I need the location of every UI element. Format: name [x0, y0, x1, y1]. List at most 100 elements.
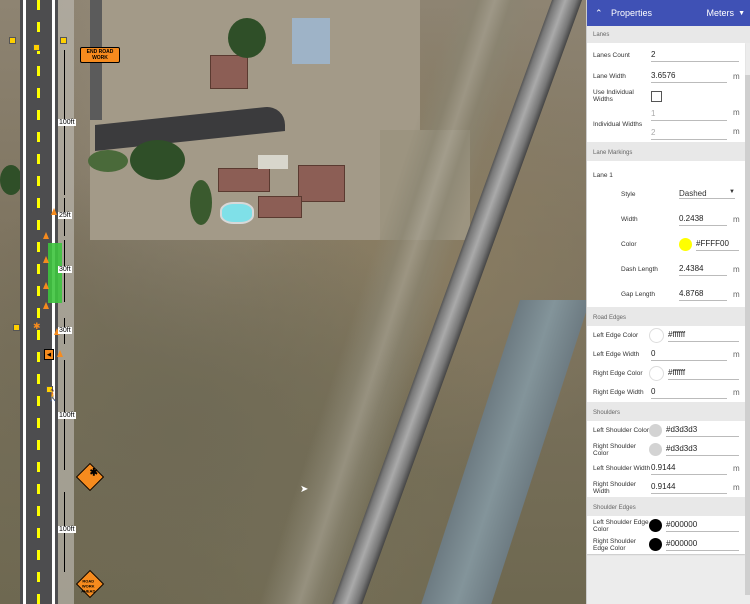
unit-label: m [733, 350, 740, 359]
unit-label: m [733, 127, 740, 136]
cone-icon[interactable] [43, 302, 49, 309]
mouse-cursor-icon: ➤ [300, 484, 309, 495]
chevron-up-icon[interactable]: ⌃ [595, 8, 605, 19]
lane-width-label: Lane Width [593, 73, 626, 80]
individual-width-1[interactable]: 1 [651, 108, 727, 121]
worker-sign-icon[interactable]: ✱ [75, 462, 105, 492]
unit-label: m [733, 290, 740, 299]
left-shoulder-color-label: Left Shoulder Color [593, 427, 650, 434]
right-shoulder-edge-color-input[interactable]: #000000 [666, 538, 739, 551]
marking-color-input[interactable]: #FFFF00 [696, 238, 739, 251]
lanes-count-input[interactable]: 2 [651, 49, 739, 62]
lanes-card: Lanes Count 2 Lane Width 3.6576 m Use Indiv… [587, 43, 745, 142]
right-shoulder-width-input[interactable]: 0.9144 [651, 481, 727, 494]
house-roof-5 [258, 155, 288, 169]
cone-icon[interactable] [43, 256, 49, 263]
lane-width-input[interactable]: 3.6576 [651, 70, 727, 83]
panel-header: ⌃ Properties Meters ▼ [587, 0, 750, 26]
house-roof-2 [218, 168, 270, 192]
control-handle[interactable] [9, 37, 16, 44]
lane-1-label: Lane 1 [593, 171, 613, 179]
right-edge-color-swatch[interactable] [649, 366, 664, 381]
left-shoulder-width-label: Left Shoulder Width [593, 465, 651, 472]
right-shoulder-edge-color-swatch[interactable] [649, 538, 662, 551]
house-roof-3 [298, 165, 345, 202]
section-shoulder-edges: Shoulder Edges [587, 497, 750, 516]
right-shoulder-width-label: Right Shoulder Width [593, 480, 636, 495]
right-edge-color-input[interactable]: #ffffff [668, 367, 739, 380]
map-canvas[interactable]: END ROAD WORK ROAD WORK AHEAD ✱ ◀ 🚶 ✱ 10… [0, 0, 586, 604]
unit-label: m [733, 72, 740, 81]
marking-color-label: Color [621, 241, 637, 248]
properties-panel: ⌃ Properties Meters ▼ Lanes Lanes Count 2… [586, 0, 750, 604]
left-edge-width-input[interactable]: 0 [651, 348, 727, 361]
left-shoulder-color-swatch[interactable] [649, 424, 662, 437]
individual-width-2[interactable]: 2 [651, 127, 727, 140]
units-value: Meters [706, 8, 735, 18]
right-edge-width-input[interactable]: 0 [651, 386, 727, 399]
units-select[interactable]: Meters ▼ [707, 8, 745, 18]
house-roof-4 [258, 196, 302, 218]
dash-length-input[interactable]: 2.4384 [679, 263, 727, 276]
left-shoulder-color-input[interactable]: #d3d3d3 [666, 424, 739, 437]
dimension-label: 100ft [58, 526, 76, 533]
dimension-label: 30ft [58, 327, 72, 334]
section-road-edges: Road Edges [587, 307, 750, 326]
tree-2 [228, 18, 266, 58]
left-edge-color-swatch[interactable] [649, 328, 664, 343]
control-handle[interactable] [33, 44, 40, 51]
tree-3 [190, 180, 212, 225]
road-work-ahead-sign[interactable]: ROAD WORK AHEAD [75, 569, 105, 599]
section-shoulders: Shoulders [587, 402, 750, 421]
center-line [37, 0, 40, 604]
caret-down-icon: ▼ [738, 9, 745, 17]
panel-scrollbar[interactable] [745, 75, 750, 595]
work-zone-area[interactable] [48, 243, 62, 303]
marking-color-swatch[interactable] [679, 238, 692, 251]
end-road-work-sign[interactable]: END ROAD WORK [80, 47, 120, 63]
left-shoulder-edge-color-input[interactable]: #000000 [666, 519, 739, 532]
cone-icon[interactable] [51, 208, 57, 215]
right-shoulder-color-input[interactable]: #d3d3d3 [666, 443, 739, 456]
right-shoulder-color-label: Right Shoulder Color [593, 442, 636, 457]
flagger-icon[interactable]: 🚶 [46, 389, 60, 402]
section-lane-markings: Lane Markings [587, 142, 750, 161]
dimension-label: 30ft [58, 266, 72, 273]
lane-markings-card: Lane 1 Style Dashed ▼ Width 0.2438 m Color #… [587, 161, 745, 307]
marking-width-label: Width [621, 216, 638, 223]
tree-4 [0, 165, 22, 195]
control-handle[interactable] [60, 37, 67, 44]
dimension-label: 100ft [58, 412, 76, 419]
style-label: Style [621, 190, 636, 198]
marking-width-input[interactable]: 0.2438 [679, 213, 727, 226]
left-shoulder-width-input[interactable]: 0.9144 [651, 462, 727, 475]
dimension-label: 25ft [58, 212, 72, 219]
cone-marker-icon[interactable]: ✱ [33, 321, 41, 332]
left-shoulder-edge-color-swatch[interactable] [649, 519, 662, 532]
unit-label: m [733, 464, 740, 473]
left-edge-color-input[interactable]: #ffffff [668, 329, 739, 342]
tree-5 [88, 150, 128, 172]
style-select[interactable]: Dashed ▼ [679, 189, 735, 199]
cone-icon[interactable] [57, 350, 63, 357]
unit-label: m [733, 215, 740, 224]
right-shoulder-color-swatch[interactable] [649, 443, 662, 456]
panel-title: Properties [611, 8, 653, 18]
dimension-label: 100ft [58, 119, 76, 126]
control-handle[interactable] [13, 324, 20, 331]
cone-icon[interactable] [43, 232, 49, 239]
arrow-board-icon[interactable]: ◀ [44, 349, 54, 360]
cone-icon[interactable] [43, 282, 49, 289]
unit-label: m [733, 108, 740, 117]
left-edge-width-label: Left Edge Width [593, 351, 640, 358]
use-individual-label: Use Individual Widths [593, 89, 634, 103]
gap-length-input[interactable]: 4.8768 [679, 288, 727, 301]
shoulder-edges-card: Left Shoulder Edge Color #000000 Right Sh… [587, 516, 745, 554]
swimming-pool [220, 202, 254, 224]
warehouse-roof [292, 18, 330, 64]
unit-label: m [733, 265, 740, 274]
use-individual-checkbox[interactable] [651, 90, 662, 102]
dash-length-label: Dash Length [621, 266, 658, 273]
shoulders-card: Left Shoulder Color #d3d3d3 Right Shoulde… [587, 421, 745, 497]
gap-length-label: Gap Length [621, 291, 655, 298]
